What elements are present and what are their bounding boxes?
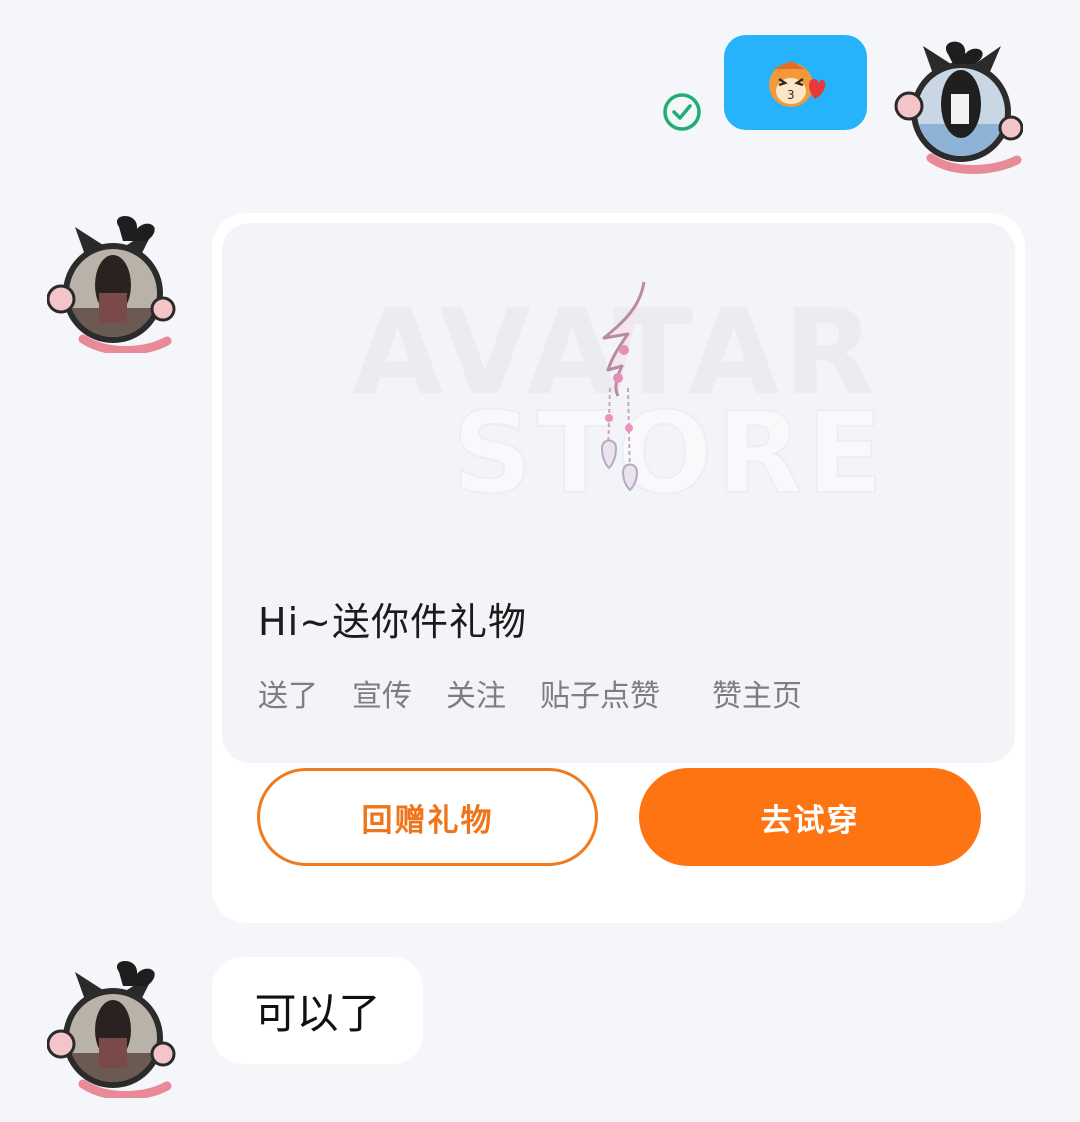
friend-avatar[interactable] [47, 213, 177, 353]
gift-card[interactable]: AVATAR STORE Hi~送你件礼物 送了 宣传 关注 贴子点赞 赞主页 … [212, 213, 1025, 923]
incoming-text-bubble[interactable]: 可以了 [212, 957, 423, 1064]
try-on-button[interactable]: 去试穿 [639, 768, 981, 866]
my-avatar[interactable] [893, 34, 1023, 174]
return-gift-button[interactable]: 回赠礼物 [257, 768, 598, 866]
read-check-icon [662, 92, 702, 132]
gift-tag: 宣传 [352, 679, 412, 714]
friend-avatar[interactable] [47, 958, 177, 1098]
gift-title: Hi~送你件礼物 [258, 600, 527, 644]
gift-tag: 关注 [446, 679, 506, 714]
message-text: 可以了 [254, 989, 381, 1038]
svg-text:3: 3 [787, 88, 795, 102]
gift-tag: 贴子点赞 [540, 679, 660, 714]
monkey-kiss-sticker-icon: 3 [768, 60, 825, 107]
gift-tag: 送了 [258, 679, 318, 714]
outgoing-sticker-bubble[interactable]: 3 [724, 35, 867, 130]
gift-tag: 赞主页 [712, 679, 802, 714]
pendant-earring-icon [600, 281, 646, 492]
gift-tags: 送了 宣传 关注 贴子点赞 赞主页 [258, 671, 836, 715]
